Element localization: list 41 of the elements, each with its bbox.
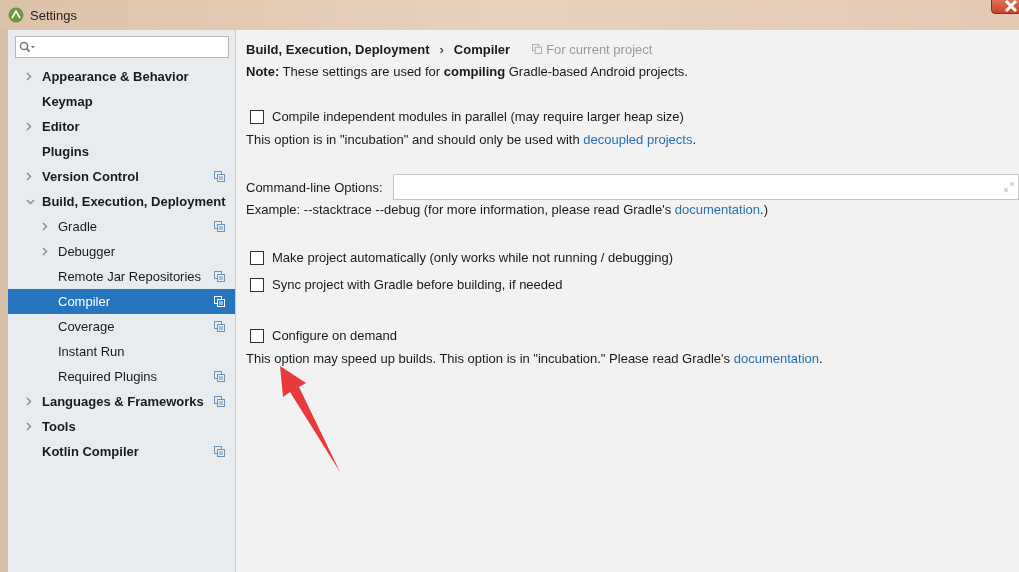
hint-text: Example: --stacktrace --debug (for more information, please read Gradle's documentation.) [246, 201, 769, 219]
tree-item[interactable]: Plugins [8, 139, 235, 164]
tree-item[interactable]: Appearance & Behavior [8, 64, 235, 89]
tree-item[interactable]: Editor [8, 114, 235, 139]
link[interactable]: documentation [674, 202, 761, 217]
tree-item[interactable]: Version Control [8, 164, 235, 189]
hint-text: This option may speed up builds. This option is in "incubation." Please read Gradle's documentation. [246, 350, 824, 368]
tree-item[interactable]: Remote Jar Repositories [8, 264, 235, 289]
note-text: Note: These settings are used for compiling Gradle-based Android projects. [246, 64, 689, 79]
field-label: Command-line Options: [246, 179, 383, 195]
breadcrumb-item: Compiler [453, 41, 511, 57]
search-icon [19, 41, 37, 53]
checkbox-label[interactable]: Make project automatically (only works while not running / debugging) [272, 250, 674, 265]
breadcrumb-item: Build, Execution, Deployment [246, 41, 430, 57]
window-title: Settings [30, 7, 77, 23]
input-field[interactable] [392, 174, 1019, 200]
expand-icon [1004, 182, 1014, 192]
tree-item[interactable]: Kotlin Compiler [8, 439, 235, 464]
tree-item[interactable]: Instant Run [8, 339, 235, 364]
hint-text: This option is in "incubation" and should only be used with decoupled projects. [246, 131, 698, 149]
checkbox-label[interactable]: Compile independent modules in parallel (may require larger heap size) [272, 109, 684, 124]
checkbox[interactable] [250, 328, 264, 343]
tree-item[interactable]: Keymap [8, 89, 235, 114]
checkbox[interactable] [250, 250, 264, 265]
tree-item[interactable]: Build, Execution, Deployment [8, 189, 235, 214]
tree-item[interactable]: Compiler [8, 289, 235, 314]
breadcrumb-separator: › [439, 41, 444, 57]
tree-item[interactable]: Tools [8, 414, 235, 439]
tree-item[interactable]: Debugger [8, 239, 235, 264]
checkbox-label[interactable]: Sync project with Gradle before building, if needed [272, 277, 563, 292]
tree-item[interactable]: Required Plugins [8, 364, 235, 389]
tree-item[interactable]: Gradle [8, 214, 235, 239]
scope-label: For current project [546, 41, 653, 57]
checkbox[interactable] [250, 277, 264, 292]
project-scope-icon [532, 44, 543, 54]
link[interactable]: documentation [733, 351, 819, 366]
search-field[interactable] [15, 36, 229, 58]
checkbox[interactable] [250, 109, 264, 124]
tree-item[interactable]: Coverage [8, 314, 235, 339]
checkbox-label[interactable]: Configure on demand [272, 328, 398, 343]
tree-item[interactable]: Languages & Frameworks [8, 389, 235, 414]
